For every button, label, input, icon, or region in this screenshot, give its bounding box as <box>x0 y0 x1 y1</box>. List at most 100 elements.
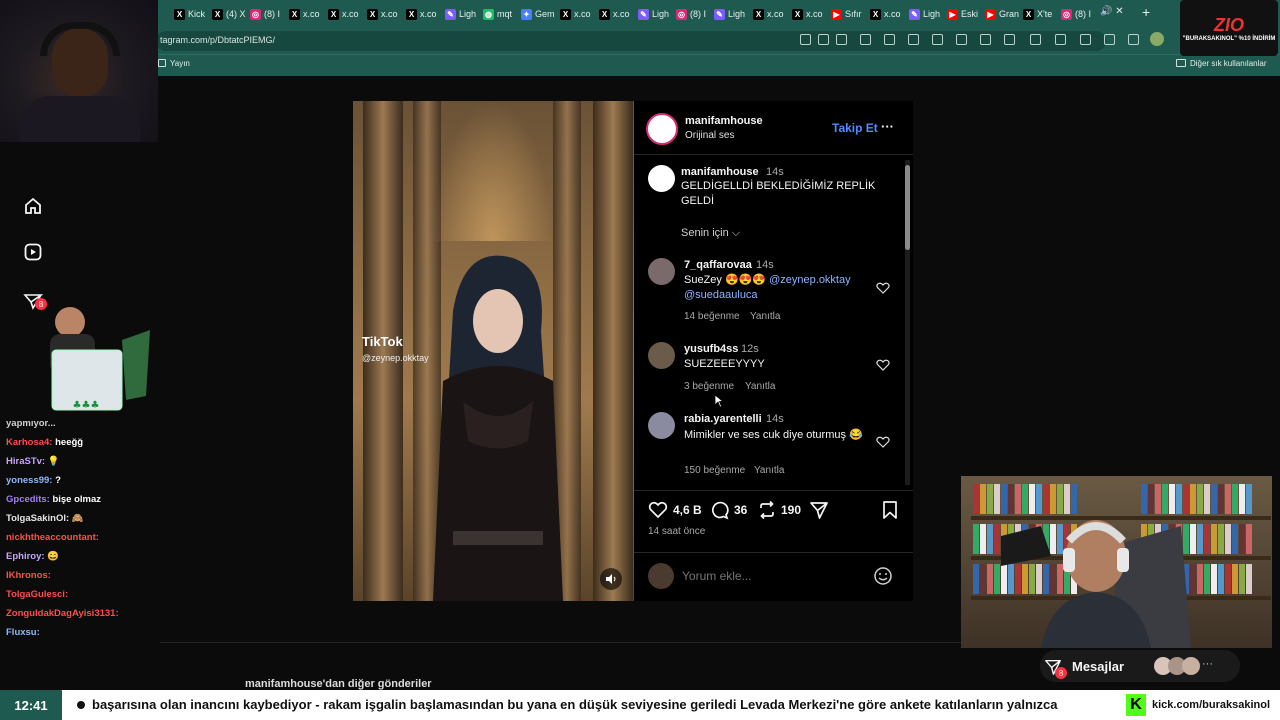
browser-tab[interactable]: Xx.co <box>289 5 320 23</box>
scrollbar-thumb[interactable] <box>905 165 910 250</box>
browser-tab[interactable]: ✎ Ligh <box>909 5 940 23</box>
comment-username[interactable]: 7_qaffarovaa <box>684 259 752 271</box>
extension-icon[interactable] <box>1030 34 1041 45</box>
extension-icon[interactable] <box>884 34 895 45</box>
reels-icon[interactable] <box>22 241 44 263</box>
comment-avatar[interactable] <box>648 412 675 439</box>
browser-tab[interactable]: Xx.co <box>406 5 437 23</box>
browser-tab[interactable]: X (4) X <box>212 5 246 23</box>
browser-tab[interactable]: X X'te <box>1023 5 1052 23</box>
messages-button[interactable]: 8 Mesajlar ··· <box>1040 650 1240 682</box>
comment-text: SUEZEEEYYYY <box>684 358 765 370</box>
more-icon: ··· <box>1202 658 1213 670</box>
comment-like-icon[interactable] <box>876 281 890 295</box>
extension-icon[interactable] <box>956 34 967 45</box>
kick-url: kick.com/buraksakinol <box>1152 699 1270 711</box>
audio-label[interactable]: Orijinal ses <box>685 130 734 141</box>
book <box>994 524 1000 554</box>
extension-icon[interactable] <box>932 34 943 45</box>
follow-button[interactable]: Takip Et <box>832 121 878 135</box>
comment-avatar[interactable] <box>648 258 675 285</box>
emoji-icon[interactable] <box>873 566 893 586</box>
save-icon[interactable] <box>880 500 900 520</box>
active-tab-close-icon[interactable]: 🔊 ✕ <box>1100 6 1124 17</box>
comment-input[interactable] <box>682 566 862 586</box>
post-video[interactable] <box>353 101 634 601</box>
chat-username: yoness99: <box>6 475 53 486</box>
comment-like-icon[interactable] <box>876 435 890 449</box>
comment-avatar[interactable] <box>648 342 675 369</box>
comment-username[interactable]: rabia.yarentelli <box>684 413 762 425</box>
repost-count[interactable]: 190 <box>781 503 801 517</box>
caption-username[interactable]: manifamhouse <box>681 166 759 178</box>
browser-tab[interactable]: Xx.co <box>599 5 630 23</box>
current-user-avatar[interactable] <box>648 563 674 589</box>
url-text[interactable]: tagram.com/p/DbtatcPIEMG/ <box>160 35 275 45</box>
browser-tab[interactable]: Xx.co <box>792 5 823 23</box>
extension-icon[interactable] <box>1104 34 1115 45</box>
browser-tab[interactable]: Xx.co <box>328 5 359 23</box>
extension-icon[interactable] <box>836 34 847 45</box>
like-count[interactable]: 4,6 B <box>673 503 702 517</box>
chat-username: Fluxsu: <box>6 627 40 638</box>
more-options-button[interactable]: ··· <box>881 119 894 134</box>
extension-icon[interactable] <box>818 34 829 45</box>
more-posts-heading[interactable]: manifamhouse'dan diğer gönderiler <box>245 678 432 690</box>
reply-button[interactable]: Yanıtla <box>745 381 775 392</box>
mention-link[interactable]: @zeynep.okktay <box>769 274 851 286</box>
book <box>987 484 993 514</box>
home-icon[interactable] <box>22 195 44 217</box>
browser-tab[interactable]: Xx.co <box>870 5 901 23</box>
browser-tab[interactable]: ✎ Ligh <box>445 5 476 23</box>
browser-tab[interactable]: ◎ (8) I <box>676 5 706 23</box>
extension-icon[interactable] <box>1055 34 1066 45</box>
chat-message: IKhronos: <box>6 570 51 581</box>
comment-sort[interactable]: Senin için ⌵ <box>681 227 740 240</box>
comment-like-icon[interactable] <box>876 358 890 372</box>
reply-button[interactable]: Yanıtla <box>754 465 784 476</box>
comment-likes[interactable]: 3 beğenme <box>684 381 734 392</box>
browser-tab[interactable]: Xx.co <box>367 5 398 23</box>
browser-tab[interactable]: ◍ mqt <box>483 5 512 23</box>
extension-icon[interactable] <box>980 34 991 45</box>
x-icon: X <box>328 8 339 20</box>
tiktok-watermark-user: @zeynep.okktay <box>362 353 429 363</box>
reply-button[interactable]: Yanıtla <box>750 311 780 322</box>
comment-count[interactable]: 36 <box>734 503 747 517</box>
youtube-icon: ▶ <box>831 8 842 20</box>
extension-icon[interactable] <box>800 34 811 45</box>
browser-tab[interactable]: Xx.co <box>560 5 591 23</box>
chat-text: bişe olmaz <box>49 494 102 505</box>
browser-tab[interactable]: ✎ Ligh <box>714 5 745 23</box>
other-bookmarks[interactable]: Diğer sık kullanılanlar <box>1190 59 1266 68</box>
profile-avatar[interactable] <box>1150 32 1164 46</box>
comment-likes[interactable]: 150 beğenme <box>684 465 745 476</box>
browser-tab[interactable]: ◎ (8) I <box>250 5 280 23</box>
author-avatar[interactable] <box>646 113 678 145</box>
browser-tab[interactable]: ▶ Eski <box>947 5 978 23</box>
extension-icon[interactable] <box>1080 34 1091 45</box>
comment-icon[interactable] <box>709 500 729 520</box>
comment-likes[interactable]: 14 beğenme <box>684 311 740 322</box>
browser-tab[interactable]: X Kick <box>174 5 205 23</box>
share-icon[interactable] <box>809 500 829 520</box>
browser-tab[interactable]: ◎ (8) I <box>1061 5 1091 23</box>
browser-tab[interactable]: ▶ Gran <box>985 5 1019 23</box>
browser-tab[interactable]: Xx.co <box>753 5 784 23</box>
mute-button[interactable] <box>600 568 622 590</box>
new-tab-button[interactable]: + <box>1142 4 1150 20</box>
like-icon[interactable] <box>648 500 668 520</box>
browser-tab[interactable]: ▶ Sıfır <box>831 5 862 23</box>
browser-tab[interactable]: ✦ Gem <box>521 5 555 23</box>
comment-username[interactable]: yusufb4ss <box>684 343 738 355</box>
bookmark-yayin[interactable]: Yayın <box>170 59 190 68</box>
extension-icon[interactable] <box>860 34 871 45</box>
repost-icon[interactable] <box>757 500 777 520</box>
caption-avatar[interactable] <box>648 165 675 192</box>
extension-icon[interactable] <box>1004 34 1015 45</box>
mention-link[interactable]: @suedaauluca <box>684 289 758 301</box>
extension-icon[interactable] <box>1128 34 1139 45</box>
browser-tab[interactable]: ✎ Ligh <box>638 5 669 23</box>
author-username[interactable]: manifamhouse <box>685 115 763 127</box>
extension-icon[interactable] <box>908 34 919 45</box>
